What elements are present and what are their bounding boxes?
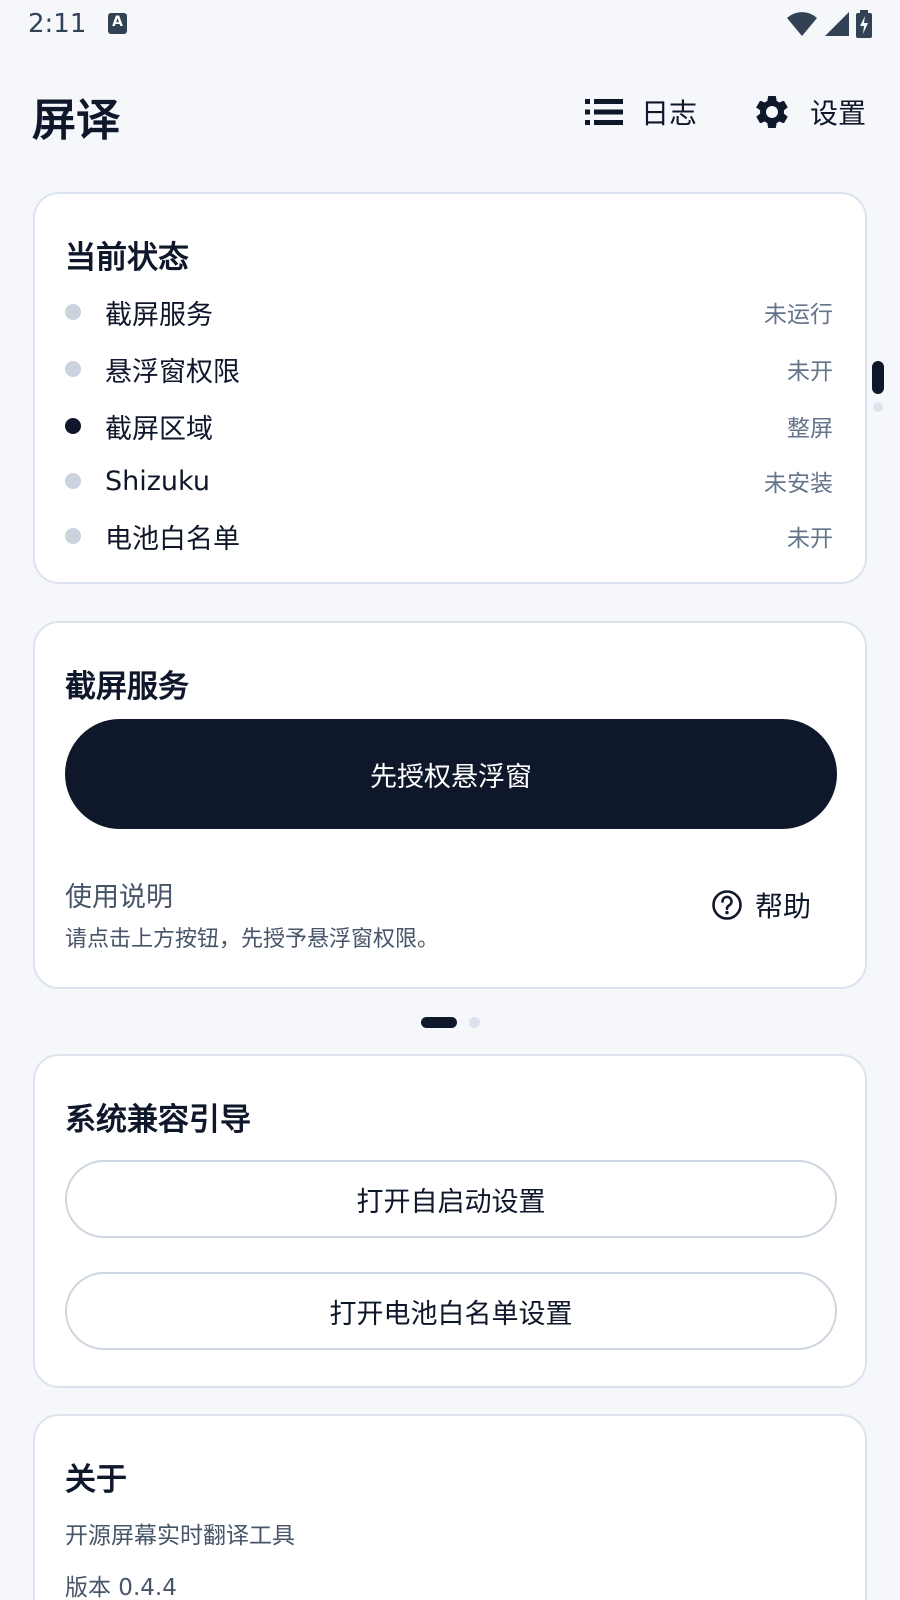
about-description: 开源屏幕实时翻译工具 <box>65 1523 295 1549</box>
pager-dot[interactable] <box>468 1017 480 1028</box>
about-card-title: 关于 <box>65 1462 127 1498</box>
open-battery-whitelist-button[interactable]: 打开电池白名单设置 <box>65 1272 837 1350</box>
status-time: 2:11 <box>28 9 87 39</box>
status-dot <box>65 304 81 320</box>
status-row-label: 悬浮窗权限 <box>105 356 240 388</box>
status-row-value: 整屏 <box>787 416 833 442</box>
status-row-value: 未运行 <box>764 302 833 328</box>
status-row-value: 未开 <box>787 359 833 385</box>
pager-dot-active[interactable] <box>420 1017 457 1028</box>
status-card: 当前状态 截屏服务 未运行 悬浮窗权限 未开 截屏区域 整屏 Shizuku 未… <box>33 192 867 584</box>
settings-button[interactable]: 设置 <box>752 88 866 136</box>
usage-instructions-title: 使用说明 <box>65 882 173 913</box>
status-card-title: 当前状态 <box>65 240 189 276</box>
status-row-capture-area: 截屏区域 整屏 <box>65 406 833 446</box>
gear-icon <box>755 95 788 128</box>
service-card: 截屏服务 先授权悬浮窗 使用说明 请点击上方按钮，先授予悬浮窗权限。 帮助 <box>33 621 867 989</box>
status-row-screenshot-service: 截屏服务 未运行 <box>65 292 833 332</box>
pager-indicator <box>0 1017 900 1028</box>
status-dot <box>65 473 81 489</box>
compat-card-title: 系统兼容引导 <box>65 1102 251 1138</box>
status-dot <box>65 528 81 544</box>
status-row-label: 截屏服务 <box>105 299 213 331</box>
log-button[interactable]: 日志 <box>585 88 697 136</box>
open-autostart-settings-button[interactable]: 打开自启动设置 <box>65 1160 837 1238</box>
battery-icon <box>856 10 872 38</box>
status-icons <box>786 10 872 38</box>
help-button[interactable]: 帮助 <box>711 885 811 925</box>
status-row-value: 未开 <box>787 526 833 552</box>
grant-overlay-button[interactable]: 先授权悬浮窗 <box>65 719 837 829</box>
status-dot <box>65 361 81 377</box>
scroll-indicator-active <box>872 361 884 394</box>
about-card: 关于 开源屏幕实时翻译工具 版本 0.4.4 <box>33 1414 867 1600</box>
status-row-value: 未安装 <box>764 471 833 497</box>
status-bar: 2:11 A <box>0 0 900 50</box>
app-title: 屏译 <box>32 95 120 146</box>
status-row-label: 电池白名单 <box>105 523 240 555</box>
usage-instructions-text: 请点击上方按钮，先授予悬浮窗权限。 <box>65 927 440 952</box>
help-icon <box>712 890 742 920</box>
scroll-indicator-dot <box>873 402 883 412</box>
status-dot-active <box>65 418 81 434</box>
log-label: 日志 <box>641 97 698 130</box>
about-version: 版本 0.4.4 <box>65 1575 177 1600</box>
settings-label: 设置 <box>810 97 867 130</box>
notification-icon: A <box>108 13 127 34</box>
status-row-label: Shizuku <box>105 465 210 497</box>
compat-card: 系统兼容引导 打开自启动设置 打开电池白名单设置 <box>33 1054 867 1388</box>
status-row-shizuku: Shizuku 未安装 <box>65 461 833 501</box>
service-card-title: 截屏服务 <box>65 669 189 705</box>
status-row-battery-whitelist: 电池白名单 未开 <box>65 516 833 556</box>
status-row-label: 截屏区域 <box>105 413 213 445</box>
cell-signal-icon <box>825 12 849 36</box>
status-row-overlay-permission: 悬浮窗权限 未开 <box>65 349 833 389</box>
help-label: 帮助 <box>754 890 811 923</box>
wifi-icon <box>787 12 817 36</box>
list-icon <box>585 99 623 125</box>
